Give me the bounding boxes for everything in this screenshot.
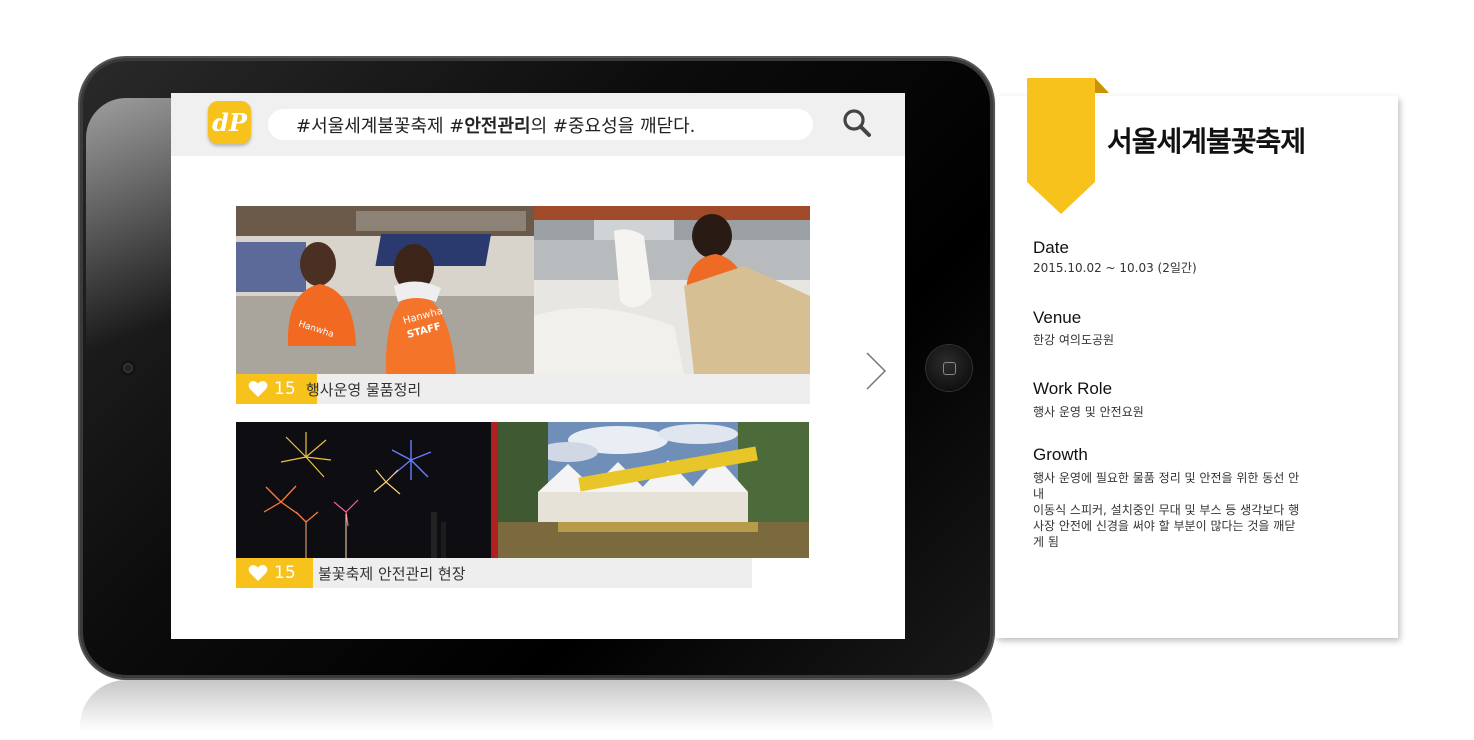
- venue-label: Venue: [1033, 308, 1082, 327]
- work-role-value: 행사 운영 및 안전요원: [1033, 405, 1144, 419]
- heart-icon: [248, 565, 268, 581]
- photo-staff-sorting: [534, 206, 810, 374]
- photo-festival-booth: [498, 422, 809, 558]
- heart-icon: [248, 381, 268, 397]
- top-bar: dP #서울세계불꽃축제 # 안전관리 의 #중요성을 깨닫다.: [171, 93, 905, 156]
- date-label: Date: [1033, 238, 1069, 257]
- like-count: 15: [274, 379, 296, 399]
- growth-line: 내: [1033, 487, 1045, 501]
- growth-value: 행사 운영에 필요한 물품 정리 및 안전을 위한 동선 안 내 이동식 스피커…: [1033, 470, 1308, 550]
- growth-line: 게 됨: [1033, 535, 1059, 549]
- chevron-right-icon[interactable]: [864, 351, 888, 391]
- front-camera: [123, 363, 133, 373]
- search-text-prefix: #서울세계불꽃축제 #: [296, 115, 465, 137]
- growth-line: 사장 안전에 신경을 써야 할 부분이 많다는 것을 깨닫: [1033, 519, 1296, 533]
- tablet-reflection: [80, 680, 993, 740]
- search-bar[interactable]: #서울세계불꽃축제 # 안전관리 의 #중요성을 깨닫다.: [268, 109, 813, 140]
- card-caption: 행사운영 물품정리: [306, 381, 422, 399]
- growth-label: Growth: [1033, 445, 1088, 464]
- home-button-icon: [942, 361, 956, 375]
- like-button[interactable]: 15: [236, 374, 317, 404]
- panel-title: 서울세계불꽃축제: [1107, 125, 1306, 158]
- card-caption: 불꽃축제 안전관리 현장: [318, 565, 466, 583]
- search-text-suffix: 의 #중요성을 깨닫다.: [530, 115, 696, 137]
- photo-staff-working: Hanwha Hanwha STAFF: [236, 206, 534, 374]
- photo-card-1[interactable]: Hanwha Hanwha STAFF 15 행사운영 물품정리: [236, 206, 810, 405]
- home-button[interactable]: [926, 345, 972, 391]
- like-count: 15: [274, 563, 296, 583]
- venue-value: 한강 여의도공원: [1033, 333, 1115, 347]
- photo-fireworks: [236, 422, 498, 558]
- card-footer: 15 불꽃축제 안전관리 현장: [236, 558, 752, 588]
- bookmark-ribbon-icon: [1027, 78, 1109, 214]
- growth-line: 이동식 스피커, 설치중인 무대 및 부스 등 생각보다 행: [1033, 503, 1300, 517]
- app-logo[interactable]: dP: [208, 101, 251, 144]
- growth-line: 행사 운영에 필요한 물품 정리 및 안전을 위한 동선 안: [1033, 471, 1300, 485]
- like-button[interactable]: 15: [236, 558, 313, 588]
- search-text-bold: 안전관리: [464, 115, 531, 137]
- date-value: 2015.10.02 ~ 10.03 (2일간): [1033, 261, 1197, 275]
- photo-card-2[interactable]: 15 불꽃축제 안전관리 현장: [236, 422, 810, 588]
- work-role-label: Work Role: [1033, 379, 1113, 398]
- card-footer: 15 행사운영 물품정리: [236, 374, 810, 404]
- search-icon[interactable]: [841, 107, 873, 139]
- tablet-screen: dP #서울세계불꽃축제 # 안전관리 의 #중요성을 깨닫다. Hanwha …: [171, 93, 905, 639]
